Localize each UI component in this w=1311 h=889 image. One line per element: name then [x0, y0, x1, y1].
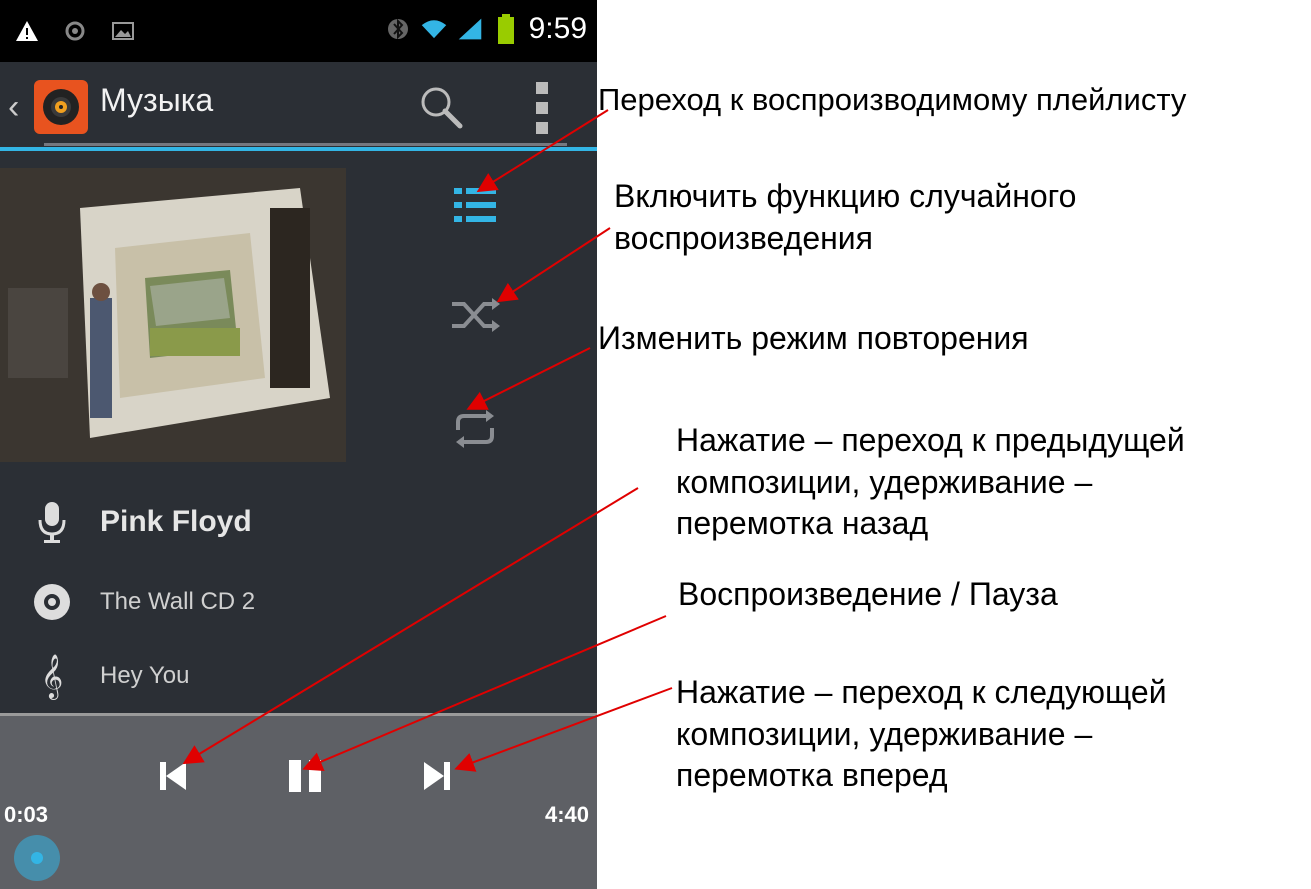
- album-row: The Wall CD 2: [30, 580, 255, 624]
- annotation-next-line3: перемотка вперед: [676, 757, 948, 794]
- warning-icon: [14, 18, 40, 44]
- total-duration: 4:40: [544, 802, 589, 827]
- album-art: [0, 168, 346, 462]
- signal-icon: [457, 16, 483, 42]
- annotation-previous-line1: Нажатие – переход к предыдущей: [676, 422, 1185, 458]
- annotation-repeat: Изменить режим повторения: [598, 320, 1029, 356]
- annotation-shuffle-line2: воспроизведения: [614, 219, 873, 256]
- phone-screen: 9:59 ‹ Музыка Pink Floyd The Wall CD 2 𝄞…: [0, 0, 597, 889]
- seek-bar-track[interactable]: [44, 143, 567, 146]
- overflow-menu-icon[interactable]: [536, 82, 550, 134]
- search-icon[interactable]: [418, 84, 464, 130]
- pause-icon[interactable]: [285, 756, 325, 796]
- record-icon: [62, 18, 88, 44]
- album-name: The Wall CD 2: [100, 588, 256, 615]
- battery-icon: [493, 14, 519, 44]
- microphone-icon: [30, 500, 74, 544]
- annotation-previous-line3: перемотка назад: [676, 505, 929, 542]
- elapsed-time: 0:03: [4, 802, 49, 827]
- artist-name: Pink Floyd: [100, 505, 252, 538]
- seek-bar-thumb-core: [31, 852, 43, 864]
- status-time: 9:59: [528, 12, 587, 45]
- annotation-shuffle-line1: Включить функцию случайного: [614, 178, 1077, 214]
- image-icon: [110, 18, 136, 44]
- annotation-previous-line2: композиции, удерживание –: [676, 463, 1093, 500]
- annotation-next-line2: композиции, удерживание –: [676, 715, 1093, 752]
- wifi-icon: [421, 16, 447, 42]
- annotation-playlist: Переход к воспроизводимому плейлисту: [598, 82, 1187, 117]
- playlist-icon[interactable]: [448, 178, 502, 232]
- bluetooth-icon: [385, 16, 411, 42]
- shuffle-icon[interactable]: [448, 288, 502, 342]
- treble-clef-icon: 𝄞: [40, 653, 64, 698]
- playback-bar: 0:03 4:40: [0, 713, 597, 889]
- action-bar: ‹ Музыка: [0, 62, 597, 151]
- disc-icon: [30, 580, 74, 624]
- track-name: Hey You: [100, 662, 190, 689]
- repeat-icon[interactable]: [448, 402, 502, 456]
- back-icon[interactable]: ‹: [8, 88, 19, 127]
- annotation-shuffle: Включить функцию случайного воспроизведе…: [614, 176, 1076, 259]
- annotation-next: Нажатие – переход к следующей композиции…: [676, 672, 1167, 797]
- next-icon[interactable]: [416, 756, 456, 796]
- track-row: 𝄞 Hey You: [30, 653, 190, 698]
- annotation-play-pause: Воспроизведение / Пауза: [678, 576, 1058, 612]
- status-bar: 9:59: [0, 0, 597, 62]
- annotation-next-line1: Нажатие – переход к следующей: [676, 674, 1167, 710]
- app-title: Музыка: [100, 82, 214, 118]
- previous-icon[interactable]: [154, 756, 194, 796]
- annotation-previous: Нажатие – переход к предыдущей композици…: [676, 420, 1185, 545]
- music-app-icon[interactable]: [34, 80, 88, 134]
- artist-row: Pink Floyd: [30, 500, 252, 544]
